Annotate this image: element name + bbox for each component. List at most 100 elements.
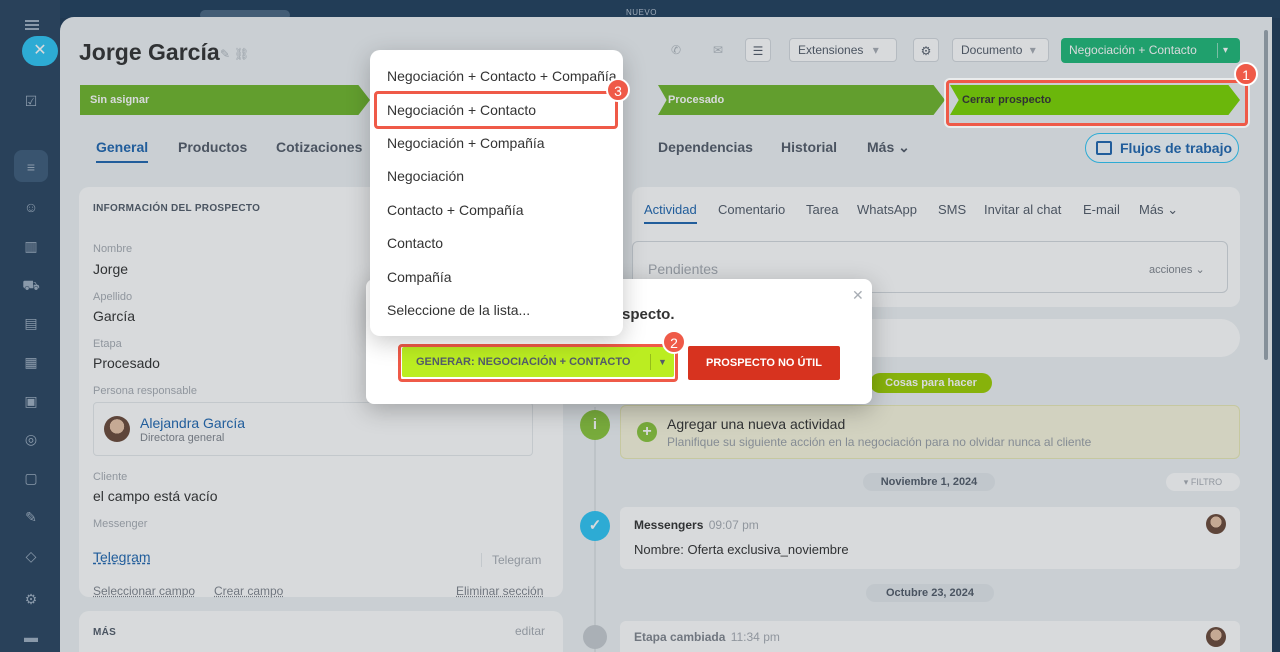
pen-icon[interactable]: ✎ [22, 508, 40, 526]
tab-invitar-chat[interactable]: Invitar al chat [984, 202, 1061, 217]
create-field-link[interactable]: Crear campo [214, 584, 283, 598]
top-strip: NUEVO [60, 0, 1280, 20]
edit-link-icons[interactable]: ✎⛓ [220, 47, 253, 61]
check-icon: ✓ [580, 511, 610, 541]
responsible-person[interactable]: Alejandra García Directora general [93, 402, 533, 456]
chart-icon[interactable]: ▥ [22, 237, 40, 255]
add-activity-card[interactable]: + Agregar una nueva actividad Planifique… [620, 405, 1240, 459]
menu-item-company[interactable]: Compañía [387, 269, 452, 285]
workflow-icon [1096, 141, 1112, 155]
tab-historial[interactable]: Historial [781, 139, 837, 155]
actions-dropdown[interactable]: acciones ⌄ [1149, 263, 1205, 276]
document-icon[interactable]: ▢ [22, 469, 40, 487]
menu-item-deal-company[interactable]: Negociación + Compañía [387, 135, 545, 151]
menu-item-contact[interactable]: Contacto [387, 235, 443, 251]
tag-icon [583, 625, 607, 649]
menu-item-deal[interactable]: Negociación [387, 168, 464, 184]
calendar-icon[interactable]: ▦ [22, 353, 40, 371]
box-icon[interactable]: ◇ [22, 547, 40, 565]
feed-icon[interactable]: ▤ [22, 314, 40, 332]
field-label: Apellido [93, 291, 133, 303]
close-icon[interactable]: ✕ [852, 287, 864, 304]
workflows-button[interactable]: Flujos de trabajo [1085, 133, 1239, 163]
gear-icon[interactable]: ⚙ [913, 38, 939, 62]
timeline-item-stage[interactable]: Etapa cambiada 11:34 pm [620, 621, 1240, 652]
convert-button[interactable]: Negociación + Contacto ▾ [1061, 38, 1240, 63]
tab-comentario[interactable]: Comentario [718, 202, 785, 217]
field-label: Cliente [93, 471, 128, 483]
info-icon: i [580, 410, 610, 440]
field-value-cliente[interactable]: el campo está vacío [93, 488, 218, 504]
stage-sin-asignar[interactable]: Sin asignar [80, 85, 370, 115]
tab-productos[interactable]: Productos [178, 139, 247, 155]
tab-sms[interactable]: SMS [938, 202, 966, 217]
field-label: Nombre [93, 243, 133, 255]
printer-icon[interactable]: ▬ [22, 628, 40, 646]
delete-section-link[interactable]: Eliminar sección [456, 584, 543, 598]
date-separator: Octubre 23, 2024 [866, 584, 994, 602]
message-body: Nombre: Oferta exclusiva_noviembre [634, 542, 849, 557]
highlight-deal-contact [374, 91, 618, 129]
menu-icon[interactable] [25, 20, 39, 30]
more-card: MÁS editar [79, 611, 563, 652]
funnel-icon[interactable]: ≡ [22, 158, 40, 176]
not-useful-button[interactable]: PROSPECTO NO ÚTIL [688, 346, 840, 380]
chat-icon[interactable]: ☰ [745, 38, 771, 62]
plus-icon[interactable]: + [637, 422, 657, 442]
todo-pill: Cosas para hacer [870, 373, 992, 393]
step-badge-1: 1 [1234, 62, 1258, 86]
cart-icon[interactable]: ⛟ [22, 276, 40, 294]
field-value-etapa[interactable]: Procesado [93, 355, 160, 371]
responsible-name[interactable]: Alejandra García [140, 415, 245, 431]
tab-cotizaciones[interactable]: Cotizaciones [276, 139, 362, 155]
chevron-down-icon: ▾ [1029, 43, 1036, 57]
filter-button[interactable]: ▾ FILTRO [1166, 473, 1240, 491]
tab-dependencias[interactable]: Dependencias [658, 139, 753, 155]
step-badge-2: 2 [662, 330, 686, 354]
extensions-button[interactable]: Extensiones ▾ [789, 38, 897, 62]
select-field-link[interactable]: Seleccionar campo [93, 584, 195, 598]
field-value-apellido[interactable]: García [93, 308, 135, 324]
menu-item-deal-contact-company[interactable]: Negociación + Contacto + Compañía [387, 68, 617, 84]
avatar [104, 416, 130, 442]
tab-email[interactable]: E-mail [1083, 202, 1120, 217]
filter-icon: ▾ [1183, 477, 1189, 487]
date-separator: Noviembre 1, 2024 [863, 473, 995, 491]
scrollbar[interactable] [1264, 30, 1268, 360]
chevron-down-icon: ⌄ [898, 139, 910, 155]
more-title: MÁS [93, 627, 117, 638]
popup-text: specto. [622, 306, 675, 323]
tab-actividad[interactable]: Actividad [644, 202, 697, 224]
timeline-item-messenger[interactable]: Messengers 09:07 pm Nombre: Oferta exclu… [620, 507, 1240, 569]
settings-icon[interactable]: ⚙ [22, 590, 40, 608]
phone-icon[interactable]: ✆ [663, 38, 689, 62]
mail-icon[interactable]: ✉ [705, 38, 731, 62]
tab-general[interactable]: General [96, 139, 149, 163]
documento-button[interactable]: Documento ▾ [952, 38, 1049, 62]
tab-whatsapp[interactable]: WhatsApp [857, 202, 917, 217]
close-slider-button[interactable]: ✕ [22, 36, 58, 66]
chevron-down-icon: ⌄ [1167, 202, 1179, 217]
avatar [1206, 514, 1226, 534]
menu-item-contact-company[interactable]: Contacto + Compañía [387, 202, 524, 218]
tab-tarea[interactable]: Tarea [806, 202, 839, 217]
chevron-down-icon[interactable]: ▾ [1223, 38, 1228, 63]
building-icon[interactable]: ▣ [22, 392, 40, 410]
app-sidebar: ✕ ☑ ≡ ☺ ▥ ⛟ ▤ ▦ ▣ ◎ ▢ ✎ ◇ ⚙ ▬ [0, 0, 60, 652]
tab-mas[interactable]: Más ⌄ [867, 139, 910, 156]
field-value-nombre[interactable]: Jorge [93, 261, 128, 277]
highlight-close-lead [946, 80, 1248, 126]
check-icon[interactable]: ☑ [22, 92, 40, 110]
edit-link[interactable]: editar [515, 624, 545, 638]
field-label: Etapa [93, 338, 122, 350]
step-badge-3: 3 [606, 78, 630, 102]
avatar [1206, 627, 1226, 647]
responsible-role: Directora general [140, 432, 225, 444]
target-icon[interactable]: ◎ [22, 430, 40, 448]
robot-icon[interactable]: ☺ [22, 198, 40, 216]
menu-item-select-list[interactable]: Seleccione de la lista... [387, 302, 530, 318]
todo-subtitle: Planifique su siguiente acción en la neg… [667, 435, 1092, 449]
stage-procesado[interactable]: Procesado [658, 85, 945, 115]
messenger-link[interactable]: Telegram [93, 549, 151, 565]
tab-mas-actividad[interactable]: Más ⌄ [1139, 202, 1178, 218]
